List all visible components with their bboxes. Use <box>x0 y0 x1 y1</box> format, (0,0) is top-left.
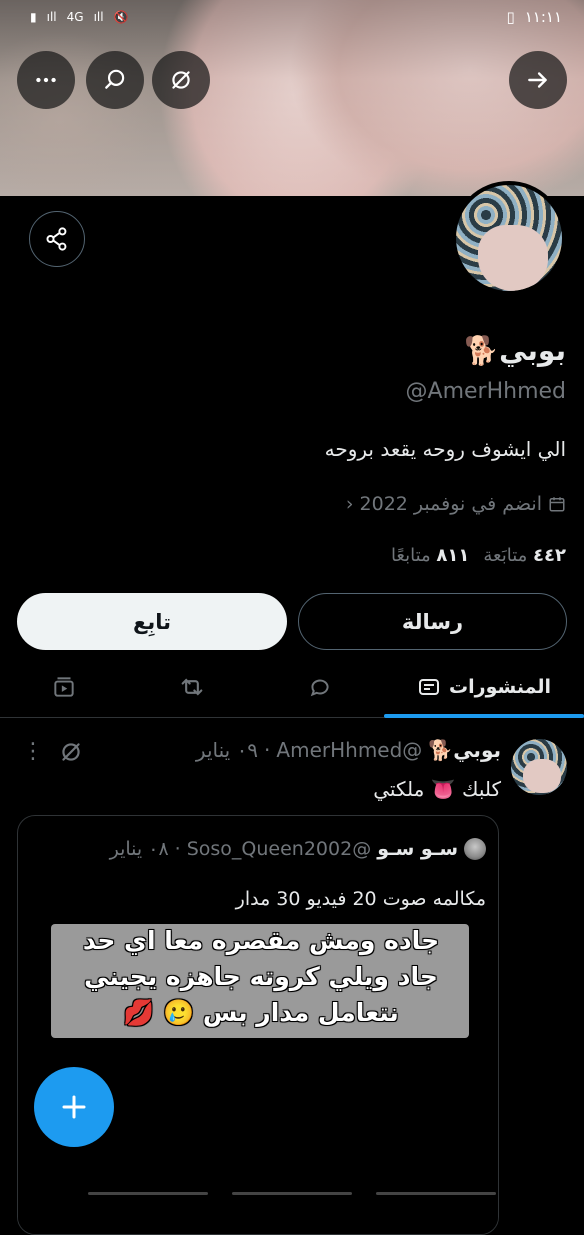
message-button[interactable]: رسالة <box>298 593 567 650</box>
plus-icon <box>62 1095 86 1119</box>
profile-display-name: بوبي🐕 <box>464 334 566 367</box>
followers-count: ٨١١ <box>436 545 470 566</box>
tweet-date[interactable]: ٠٩ يناير <box>196 738 258 762</box>
tweet-avatar-foot <box>523 759 561 793</box>
signal2-icon: ıll <box>93 10 104 24</box>
system-nav-bar <box>0 1186 584 1200</box>
more-options-button[interactable] <box>17 51 75 109</box>
quote-header: سـو سـو @Soso_Queen2002 · ٠٨ يناير <box>110 838 486 860</box>
reply-bubble-icon <box>310 679 329 697</box>
tweet-header: بوبي🐕 @AmerHhmed · ٠٩ يناير <box>196 738 501 762</box>
signal-icon: ıll <box>46 10 57 24</box>
mute-icon: 🔇 <box>113 10 129 24</box>
following-label: متابَعة <box>483 545 528 566</box>
media-overlay-line: جاده ومش مقصره معا اي حد <box>82 926 440 955</box>
followers-stat[interactable]: ٨١١ متابعًا <box>391 545 469 566</box>
network-label: 4G <box>66 10 84 24</box>
quote-text: مكالمه صوت 20 فيديو 30 مدار <box>235 888 486 910</box>
tab-media[interactable] <box>24 658 104 716</box>
media-icon <box>54 677 74 697</box>
follow-button[interactable]: تابِع <box>17 593 287 650</box>
notification-icon: ▯ <box>506 8 515 26</box>
status-bar: ▮ ıll 4G ıll 🔇 ▯ ١١:١١ <box>0 0 584 34</box>
quote-dot: · <box>174 838 181 860</box>
profile-joined[interactable]: انضم في نوفمبر 2022 ‹ <box>346 493 566 515</box>
tweet-more-button[interactable]: ⋮ <box>22 739 44 764</box>
media-overlay-line: نتعامل مدار بس 🥲 💋 <box>123 998 399 1027</box>
tweet-avatar[interactable] <box>511 739 567 795</box>
status-right: ▯ ١١:١١ <box>506 8 562 26</box>
grok-icon <box>172 71 190 89</box>
profile-stats: ٤٤٢ متابَعة ٨١١ متابعًا <box>391 545 566 566</box>
grok-icon <box>62 743 80 761</box>
followers-label: متابعًا <box>390 545 431 566</box>
status-time: ١١:١١ <box>524 8 562 26</box>
profile-handle: @AmerHhmed <box>405 379 566 404</box>
tweet-text: كلبك 👅 ملكتي <box>373 777 501 801</box>
quote-avatar <box>464 838 486 860</box>
quote-author-handle: @Soso_Queen2002 <box>186 838 372 860</box>
share-button[interactable] <box>29 211 85 267</box>
active-tab-indicator <box>384 714 584 718</box>
grok-button[interactable] <box>152 51 210 109</box>
tweet-dot: · <box>264 738 271 762</box>
following-count: ٤٤٢ <box>533 545 566 566</box>
joined-date-text: انضم في نوفمبر 2022 <box>359 493 542 515</box>
repost-icon <box>181 678 203 696</box>
nav-segment <box>232 1192 352 1195</box>
profile-bio: الي ايشوف روحه يقعد بروحه <box>324 437 566 461</box>
more-icon <box>36 77 56 83</box>
search-button[interactable] <box>86 51 144 109</box>
tab-reposts[interactable] <box>152 658 232 716</box>
compose-button[interactable] <box>34 1067 114 1147</box>
back-button[interactable] <box>509 51 567 109</box>
tweet-grok-button[interactable] <box>58 739 84 769</box>
search-icon <box>105 69 125 89</box>
quote-author-name: سـو سـو <box>377 838 458 860</box>
tweet-author-handle[interactable]: @AmerHhmed <box>276 738 422 762</box>
profile-avatar[interactable] <box>452 181 566 295</box>
battery-icon: ▮ <box>30 10 37 24</box>
following-stat[interactable]: ٤٤٢ متابَعة <box>483 545 566 566</box>
media-overlay-line: جاد ويلي كروته جاهزه يجيني <box>84 962 438 991</box>
status-left: ▮ ıll 4G ıll 🔇 <box>30 10 129 24</box>
nav-segment <box>88 1192 208 1195</box>
share-icon <box>46 227 67 251</box>
calendar-icon <box>549 497 565 512</box>
posts-icon <box>419 679 440 695</box>
tab-posts[interactable]: المنشورات <box>384 658 584 716</box>
quoted-tweet[interactable]: سـو سـو @Soso_Queen2002 · ٠٨ يناير مكالم… <box>17 815 499 1235</box>
quote-date: ٠٨ يناير <box>109 838 169 860</box>
chevron-left-icon: ‹ <box>345 493 354 515</box>
profile-tabs: المنشورات <box>0 658 584 718</box>
arrow-right-icon <box>528 72 547 88</box>
tab-replies[interactable] <box>280 658 360 716</box>
avatar-foot-shape <box>478 225 548 291</box>
tweet-author-name[interactable]: بوبي🐕 <box>428 738 501 762</box>
tab-posts-label: المنشورات <box>449 676 551 698</box>
nav-segment <box>376 1192 496 1195</box>
